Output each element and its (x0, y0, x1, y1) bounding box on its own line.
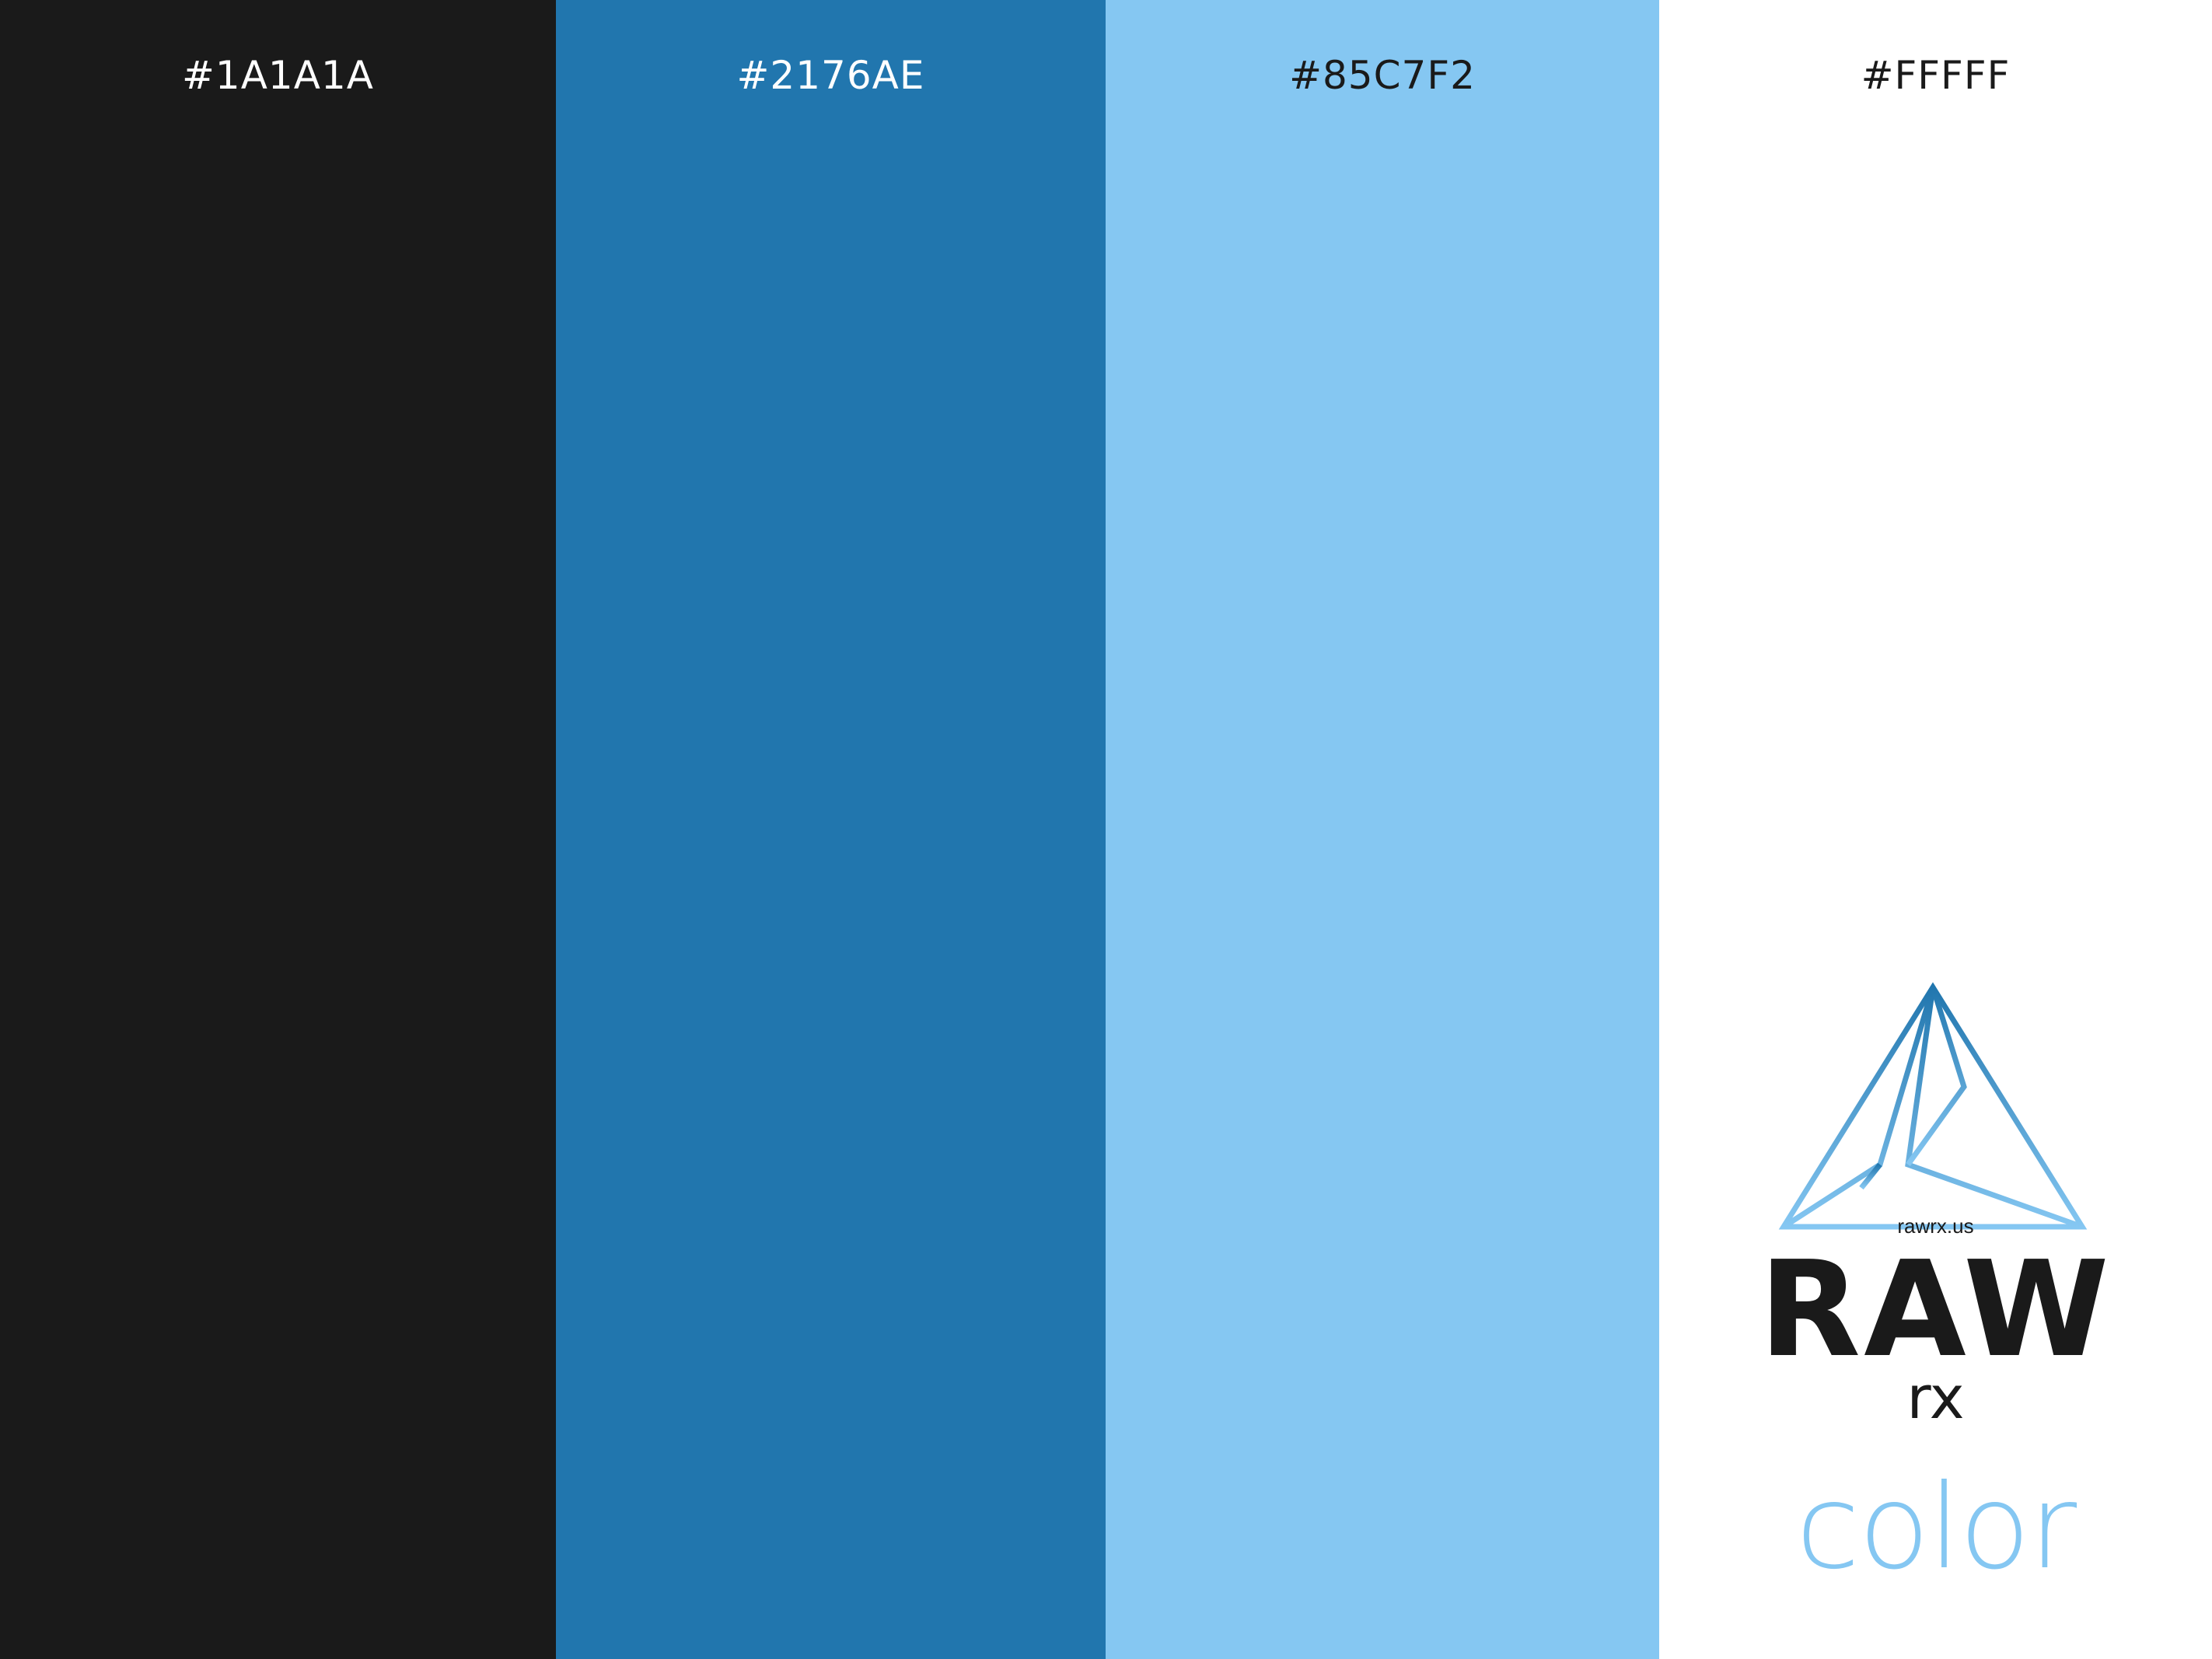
swatch-hex-label: #2176AE (736, 53, 925, 98)
swatch-hex-label: #1A1A1A (182, 53, 374, 98)
logo-tagline: color (1795, 1460, 2077, 1595)
color-palette: #1A1A1A #2176AE #85C7F2 #FFFFF rawrx.us … (0, 0, 2212, 1659)
swatch-1a1a1a: #1A1A1A (0, 0, 556, 1659)
logo-subword: rx (1906, 1363, 1965, 1432)
swatch-85c7f2: #85C7F2 (1106, 0, 1659, 1659)
swatch-hex-label: #FFFFF (1861, 53, 2011, 98)
triangle-prism-icon (1778, 982, 2088, 1230)
swatch-2176ae: #2176AE (556, 0, 1106, 1659)
swatch-hex-label: #85C7F2 (1289, 53, 1476, 98)
swatch-ffffff: #FFFFF rawrx.us RAW rx color (1659, 0, 2212, 1659)
logo-wordmark: RAW (1759, 1233, 2112, 1387)
brand-logo: rawrx.us RAW rx color (1659, 980, 2212, 1601)
